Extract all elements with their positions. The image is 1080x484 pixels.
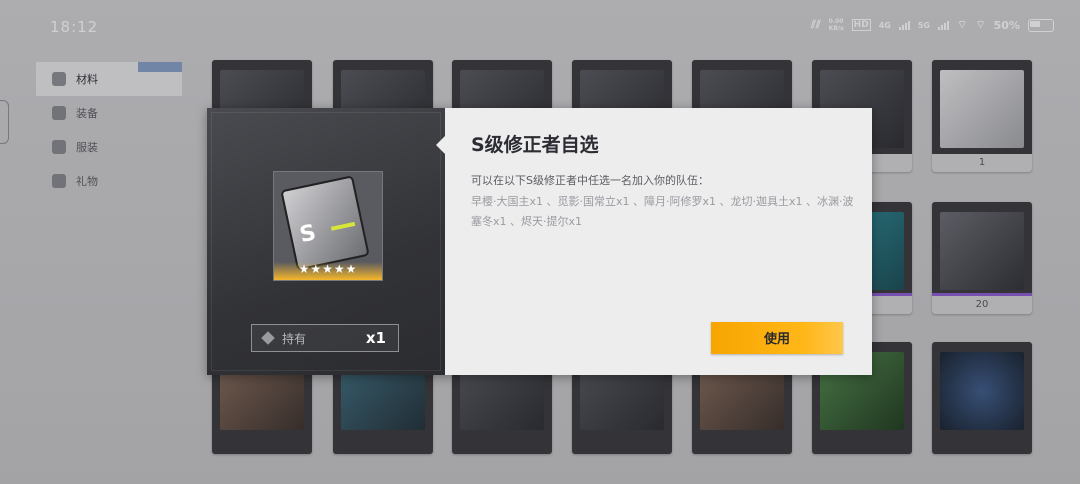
pointer-notch: [436, 136, 445, 154]
owned-count-box: 持有 x1: [251, 324, 399, 352]
item-icon-box: S ★★★★★: [273, 171, 383, 281]
item-info-panel: S级修正者自选 可以在以下S级修正者中任选一名加入你的队伍： 早樱·大国主x1 …: [436, 108, 872, 375]
item-detail-modal: S ★★★★★ 持有 x1 S级修正者自选 可以在以下S级修正者中任选一名加入你…: [207, 108, 872, 375]
owned-count: x1: [365, 329, 386, 347]
owned-label: 持有: [282, 331, 307, 346]
item-grade-letter: S: [297, 220, 319, 249]
item-description-intro: 可以在以下S级修正者中任选一名加入你的队伍：: [471, 174, 709, 187]
rarity-stars: ★★★★★: [298, 262, 358, 276]
item-description-options: 早樱·大国主x1 、觅影·国常立x1 、障月·阿修罗x1 、龙切·迦具土x1 、…: [471, 195, 854, 228]
selector-card-icon: S: [280, 175, 370, 271]
item-title: S级修正者自选: [471, 134, 599, 156]
accent-bar: [330, 221, 356, 231]
use-button[interactable]: 使用: [711, 322, 843, 354]
item-preview-panel: S ★★★★★ 持有 x1: [207, 108, 445, 375]
cube-icon: [261, 331, 275, 345]
